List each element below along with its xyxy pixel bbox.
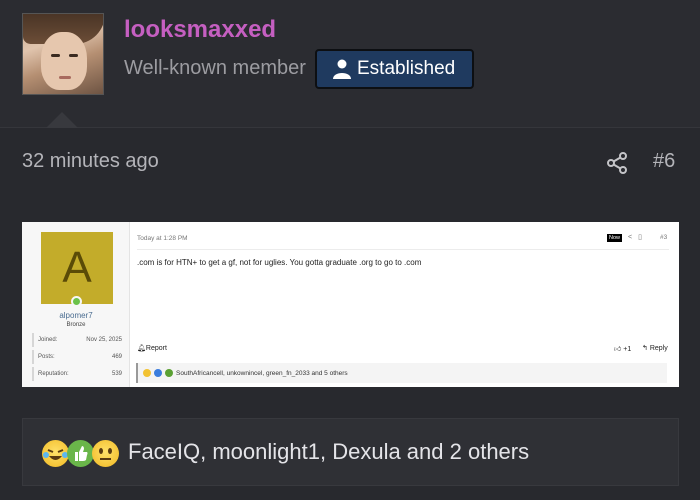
quoted-user-avatar: A (41, 232, 113, 304)
reply-label: Reply (649, 345, 668, 352)
thumbs-up-icon: 👍︎ (614, 346, 622, 353)
avatar-eye (51, 54, 60, 57)
quoted-post-text: .com is for HTN+ to get a gf, not for ug… (137, 258, 422, 267)
embedded-screenshot-image[interactable]: A alpomer7 Bronze Joined: Nov 25, 2025 P… (22, 222, 679, 387)
divider (137, 249, 669, 250)
quoted-user-sidebar: A alpomer7 Bronze Joined: Nov 25, 2025 P… (22, 222, 130, 387)
reply-link: ↰ Reply (642, 344, 668, 352)
username-link[interactable]: looksmaxxed (124, 16, 276, 44)
stat-row: Joined: Nov 25, 2025 (32, 333, 122, 347)
avatar-eye (69, 54, 78, 57)
like-count: 👍︎ +1 (614, 344, 631, 353)
like-icon (154, 369, 162, 377)
quoted-post-action-icons: <▯ (628, 233, 648, 241)
stat-value: 469 (111, 354, 122, 360)
user-banner-badge: Established (315, 49, 474, 89)
post-number-link[interactable]: #6 (653, 150, 675, 173)
neutral-face-emoji-icon (92, 440, 119, 467)
online-indicator (71, 296, 82, 307)
plus-label: +1 (623, 346, 632, 353)
quoted-post-time: Today at 1:28 PM (137, 235, 188, 242)
stat-row: Posts: 469 (32, 350, 122, 364)
message-arrow (46, 112, 78, 128)
post-timestamp[interactable]: 32 minutes ago (22, 150, 159, 173)
green-emoji-icon (165, 369, 173, 377)
avatar-mouth (59, 76, 71, 79)
report-link: 🔔︎Report (137, 344, 167, 352)
badge-label: Established (357, 58, 456, 79)
quoted-reactions-text: SouthAfricancell, unkownincel, green_fn_… (176, 369, 348, 377)
user-avatar[interactable] (22, 13, 104, 95)
quoted-reactions-bar: SouthAfricancell, unkownincel, green_fn_… (136, 363, 667, 383)
stat-value: 539 (111, 371, 122, 377)
reactions-bar[interactable]: FaceIQ, moonlight1, Dexula and 2 others (22, 418, 679, 486)
bell-icon: 🔔︎ (137, 345, 146, 352)
user-icon (333, 59, 351, 79)
quoted-username: alpomer7 (59, 311, 93, 320)
share-icon: < (628, 234, 639, 241)
laughing-crying-emoji-icon (42, 440, 69, 467)
laughing-emoji-icon (143, 369, 151, 377)
stat-label: Joined: (38, 337, 58, 343)
post-author-header: looksmaxxed Well-known member Establishe… (0, 0, 700, 128)
report-label: Report (145, 345, 167, 352)
stat-label: Posts: (38, 354, 55, 360)
share-icon[interactable] (605, 151, 629, 175)
reactions-users-link[interactable]: FaceIQ, moonlight1, Dexula and 2 others (128, 439, 529, 465)
avatar-face (41, 32, 87, 90)
reply-icon: ↰ (642, 345, 648, 352)
now-tag: Now (607, 234, 623, 242)
stat-value: Nov 25, 2025 (86, 337, 122, 343)
bookmark-icon: ▯ (638, 234, 648, 241)
user-title: Well-known member (124, 57, 306, 79)
stat-row: Reputation: 539 (32, 367, 122, 381)
quoted-post-number: #3 (660, 234, 668, 241)
quoted-user-rank: Bronze (66, 322, 86, 328)
stat-label: Reputation: (38, 371, 69, 377)
thumbs-up-icon (67, 440, 94, 467)
